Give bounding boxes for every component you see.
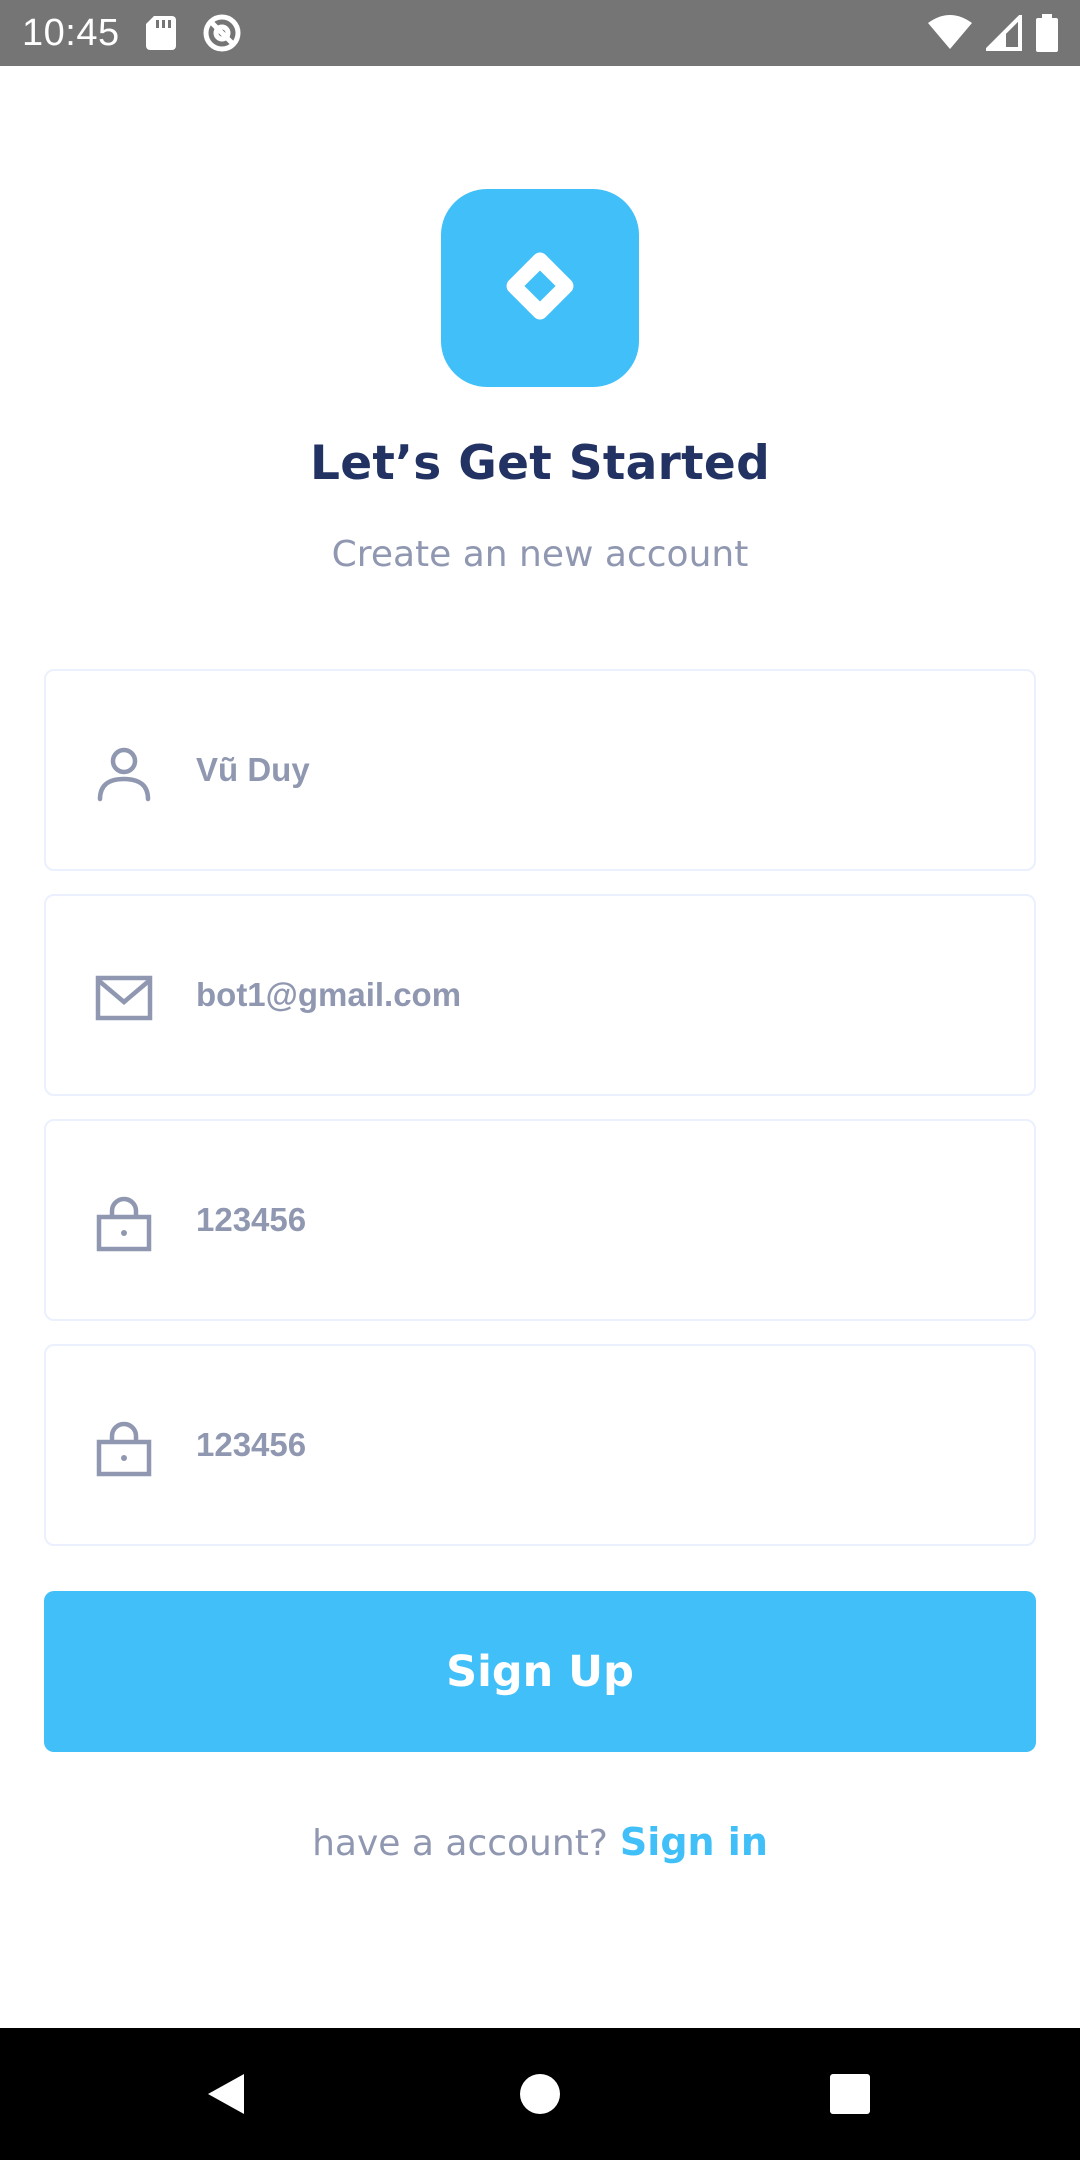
- have-account-text: have a account?: [312, 1823, 608, 1864]
- user-icon: [94, 743, 154, 803]
- at-sign-icon: [202, 13, 242, 53]
- wifi-icon: [928, 15, 972, 51]
- page-subtitle: Create an new account: [331, 534, 749, 575]
- page-title: Let’s Get Started: [309, 436, 771, 491]
- diamond-icon: [494, 240, 586, 337]
- password-field[interactable]: 123456: [44, 1119, 1036, 1321]
- back-icon[interactable]: [196, 2064, 256, 2124]
- status-bar: 10:45: [0, 0, 1080, 66]
- email-value: bot1@gmail.com: [196, 976, 462, 1013]
- home-icon[interactable]: [510, 2064, 570, 2124]
- email-field[interactable]: bot1@gmail.com: [44, 894, 1036, 1096]
- mail-icon: [94, 968, 154, 1028]
- status-right: [928, 14, 1058, 52]
- battery-icon: [1036, 14, 1058, 52]
- confirm-password-field[interactable]: 123456: [44, 1344, 1036, 1546]
- password-value: 123456: [196, 1201, 307, 1238]
- sign-in-link[interactable]: Sign in: [620, 1820, 768, 1864]
- confirm-password-value: 123456: [196, 1426, 307, 1463]
- sign-in-prompt: have a account? Sign in: [0, 1820, 1080, 1864]
- lock-icon: [94, 1418, 154, 1478]
- signal-icon: [986, 15, 1022, 51]
- sign-up-button[interactable]: Sign Up: [44, 1591, 1036, 1752]
- navigation-bar: [0, 2028, 1080, 2160]
- app-logo: [441, 189, 639, 387]
- sd-card-icon: [145, 16, 176, 50]
- status-time: 10:45: [22, 11, 120, 54]
- status-left: 10:45: [22, 12, 242, 55]
- recents-icon[interactable]: [820, 2064, 880, 2124]
- full-name-field[interactable]: Vũ Duy: [44, 669, 1036, 871]
- full-name-value: Vũ Duy: [196, 751, 310, 788]
- lock-icon: [94, 1193, 154, 1253]
